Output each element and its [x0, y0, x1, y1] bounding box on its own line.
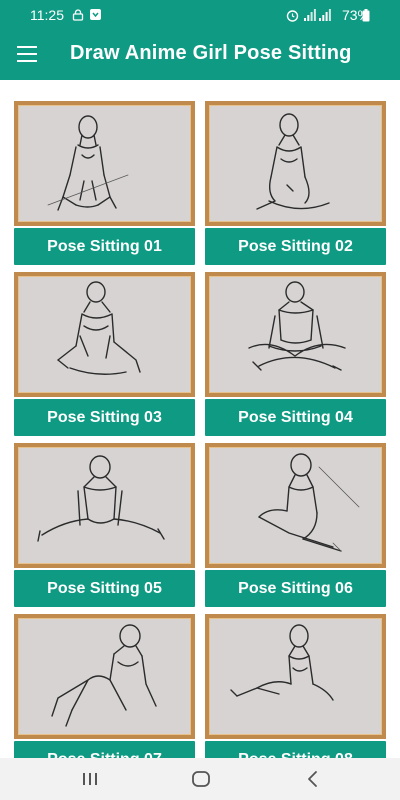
- lock-icon: [72, 9, 84, 21]
- status-bar: 11:25 73%: [0, 0, 400, 30]
- pose-card[interactable]: Pose Sitting 03: [14, 272, 195, 436]
- pose-label-button[interactable]: Pose Sitting 07: [14, 741, 195, 758]
- signal-icon: [319, 9, 331, 21]
- signal-icon: [304, 9, 316, 21]
- back-icon[interactable]: [302, 768, 324, 790]
- sketch-frame[interactable]: [14, 443, 195, 568]
- battery-icon: [362, 9, 370, 22]
- pose-card[interactable]: Pose Sitting 08: [205, 614, 386, 758]
- sketch-frame[interactable]: [14, 101, 195, 226]
- pose-list[interactable]: Pose Sitting 01 Pose Sitting 02 Pose Sit…: [0, 80, 400, 758]
- pose-sketch-image: [37, 455, 165, 542]
- pose-label-button[interactable]: Pose Sitting 03: [14, 399, 195, 436]
- pose-sketch-image: [57, 281, 141, 375]
- pose-sketch-image: [230, 624, 334, 701]
- hamburger-menu-icon[interactable]: [17, 46, 37, 62]
- app-title: Draw Anime Girl Pose Sitting: [70, 42, 352, 64]
- pose-sketch-image: [51, 624, 157, 727]
- pose-card[interactable]: Pose Sitting 07: [14, 614, 195, 758]
- status-time: 11:25: [30, 7, 64, 23]
- sketch-frame[interactable]: [205, 101, 386, 226]
- pose-sketch-image: [47, 115, 129, 211]
- pose-card[interactable]: Pose Sitting 05: [14, 443, 195, 607]
- pose-card[interactable]: Pose Sitting 06: [205, 443, 386, 607]
- pose-sketch-image: [248, 281, 346, 371]
- pose-card[interactable]: Pose Sitting 01: [14, 101, 195, 265]
- pose-label-button[interactable]: Pose Sitting 04: [205, 399, 386, 436]
- pose-card[interactable]: Pose Sitting 02: [205, 101, 386, 265]
- pose-label-button[interactable]: Pose Sitting 05: [14, 570, 195, 607]
- pose-label-button[interactable]: Pose Sitting 08: [205, 741, 386, 758]
- pose-label-button[interactable]: Pose Sitting 01: [14, 228, 195, 265]
- pose-label-button[interactable]: Pose Sitting 06: [205, 570, 386, 607]
- app-bar: Draw Anime Girl Pose Sitting: [0, 30, 400, 80]
- pose-card[interactable]: Pose Sitting 04: [205, 272, 386, 436]
- sketch-frame[interactable]: [205, 272, 386, 397]
- download-icon: [90, 9, 101, 20]
- system-nav-bar: [0, 758, 400, 800]
- sketch-frame[interactable]: [205, 614, 386, 739]
- sketch-frame[interactable]: [14, 272, 195, 397]
- alarm-icon: [286, 10, 299, 22]
- recent-apps-icon[interactable]: [79, 768, 101, 790]
- sketch-frame[interactable]: [205, 443, 386, 568]
- pose-label-button[interactable]: Pose Sitting 02: [205, 228, 386, 265]
- home-icon[interactable]: [190, 768, 212, 790]
- pose-sketch-image: [258, 453, 360, 552]
- pose-sketch-image: [256, 113, 330, 210]
- sketch-frame[interactable]: [14, 614, 195, 739]
